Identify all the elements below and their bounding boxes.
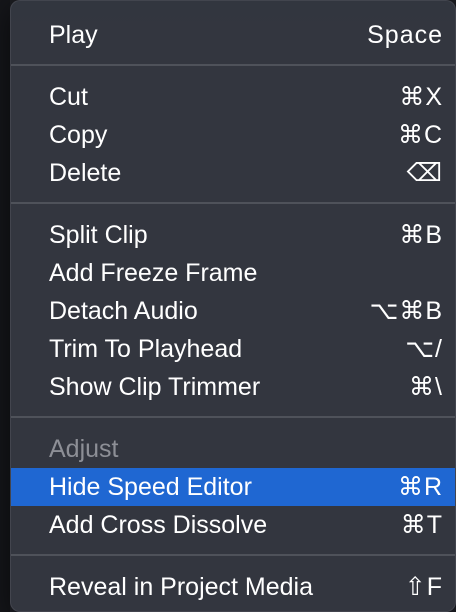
menu-item-copy[interactable]: Copy ⌘C	[11, 116, 455, 154]
menu-separator	[11, 554, 455, 556]
menu-item-delete[interactable]: Delete ⌫	[11, 154, 455, 192]
menu-item-label: Reveal in Project Media	[49, 573, 314, 601]
menu-item-show-clip-trimmer[interactable]: Show Clip Trimmer ⌘\	[11, 368, 455, 406]
menu-item-add-freeze-frame[interactable]: Add Freeze Frame	[11, 254, 455, 292]
menu-item-cut[interactable]: Cut ⌘X	[11, 78, 455, 116]
menu-item-label: Add Freeze Frame	[49, 259, 258, 287]
context-menu: Play Space Cut ⌘X Copy ⌘C Delete ⌫ Split…	[10, 0, 456, 612]
menu-separator	[11, 416, 455, 418]
menu-item-shortcut: ⌘X	[399, 83, 443, 111]
menu-item-label: Copy	[49, 121, 108, 149]
menu-item-play[interactable]: Play Space	[11, 16, 455, 54]
menu-item-shortcut: ⌘C	[397, 121, 443, 149]
menu-item-label: Adjust	[49, 435, 119, 463]
menu-item-shortcut: ⌘R	[397, 473, 443, 501]
menu-item-label: Add Cross Dissolve	[49, 511, 268, 539]
menu-item-shortcut: ⌘T	[400, 511, 443, 539]
menu-item-add-cross-dissolve[interactable]: Add Cross Dissolve ⌘T	[11, 506, 455, 544]
menu-item-adjust: Adjust	[11, 430, 455, 468]
menu-item-shortcut: ⌥/	[405, 335, 443, 363]
menu-item-hide-speed-editor[interactable]: Hide Speed Editor ⌘R	[11, 468, 455, 506]
menu-item-label: Trim To Playhead	[49, 335, 243, 363]
menu-item-label: Split Clip	[49, 221, 148, 249]
menu-item-label: Hide Speed Editor	[49, 473, 252, 501]
menu-item-label: Delete	[49, 159, 122, 187]
menu-item-shortcut: Space	[367, 21, 443, 49]
menu-separator	[11, 64, 455, 66]
menu-item-split-clip[interactable]: Split Clip ⌘B	[11, 216, 455, 254]
menu-separator	[11, 202, 455, 204]
menu-item-trim-to-playhead[interactable]: Trim To Playhead ⌥/	[11, 330, 455, 368]
menu-item-label: Cut	[49, 83, 88, 111]
menu-item-shortcut: ⇧F	[404, 573, 443, 601]
delete-key-icon: ⌫	[406, 159, 443, 187]
menu-item-detach-audio[interactable]: Detach Audio ⌥⌘B	[11, 292, 455, 330]
menu-item-reveal-in-project-media[interactable]: Reveal in Project Media ⇧F	[11, 568, 455, 606]
menu-item-label: Detach Audio	[49, 297, 198, 325]
timeline-edge	[0, 0, 10, 612]
menu-item-shortcut: ⌥⌘B	[369, 297, 443, 325]
menu-item-label: Show Clip Trimmer	[49, 373, 261, 401]
menu-item-label: Play	[49, 21, 98, 49]
menu-item-shortcut: ⌘B	[399, 221, 443, 249]
menu-item-shortcut: ⌘\	[409, 373, 443, 401]
